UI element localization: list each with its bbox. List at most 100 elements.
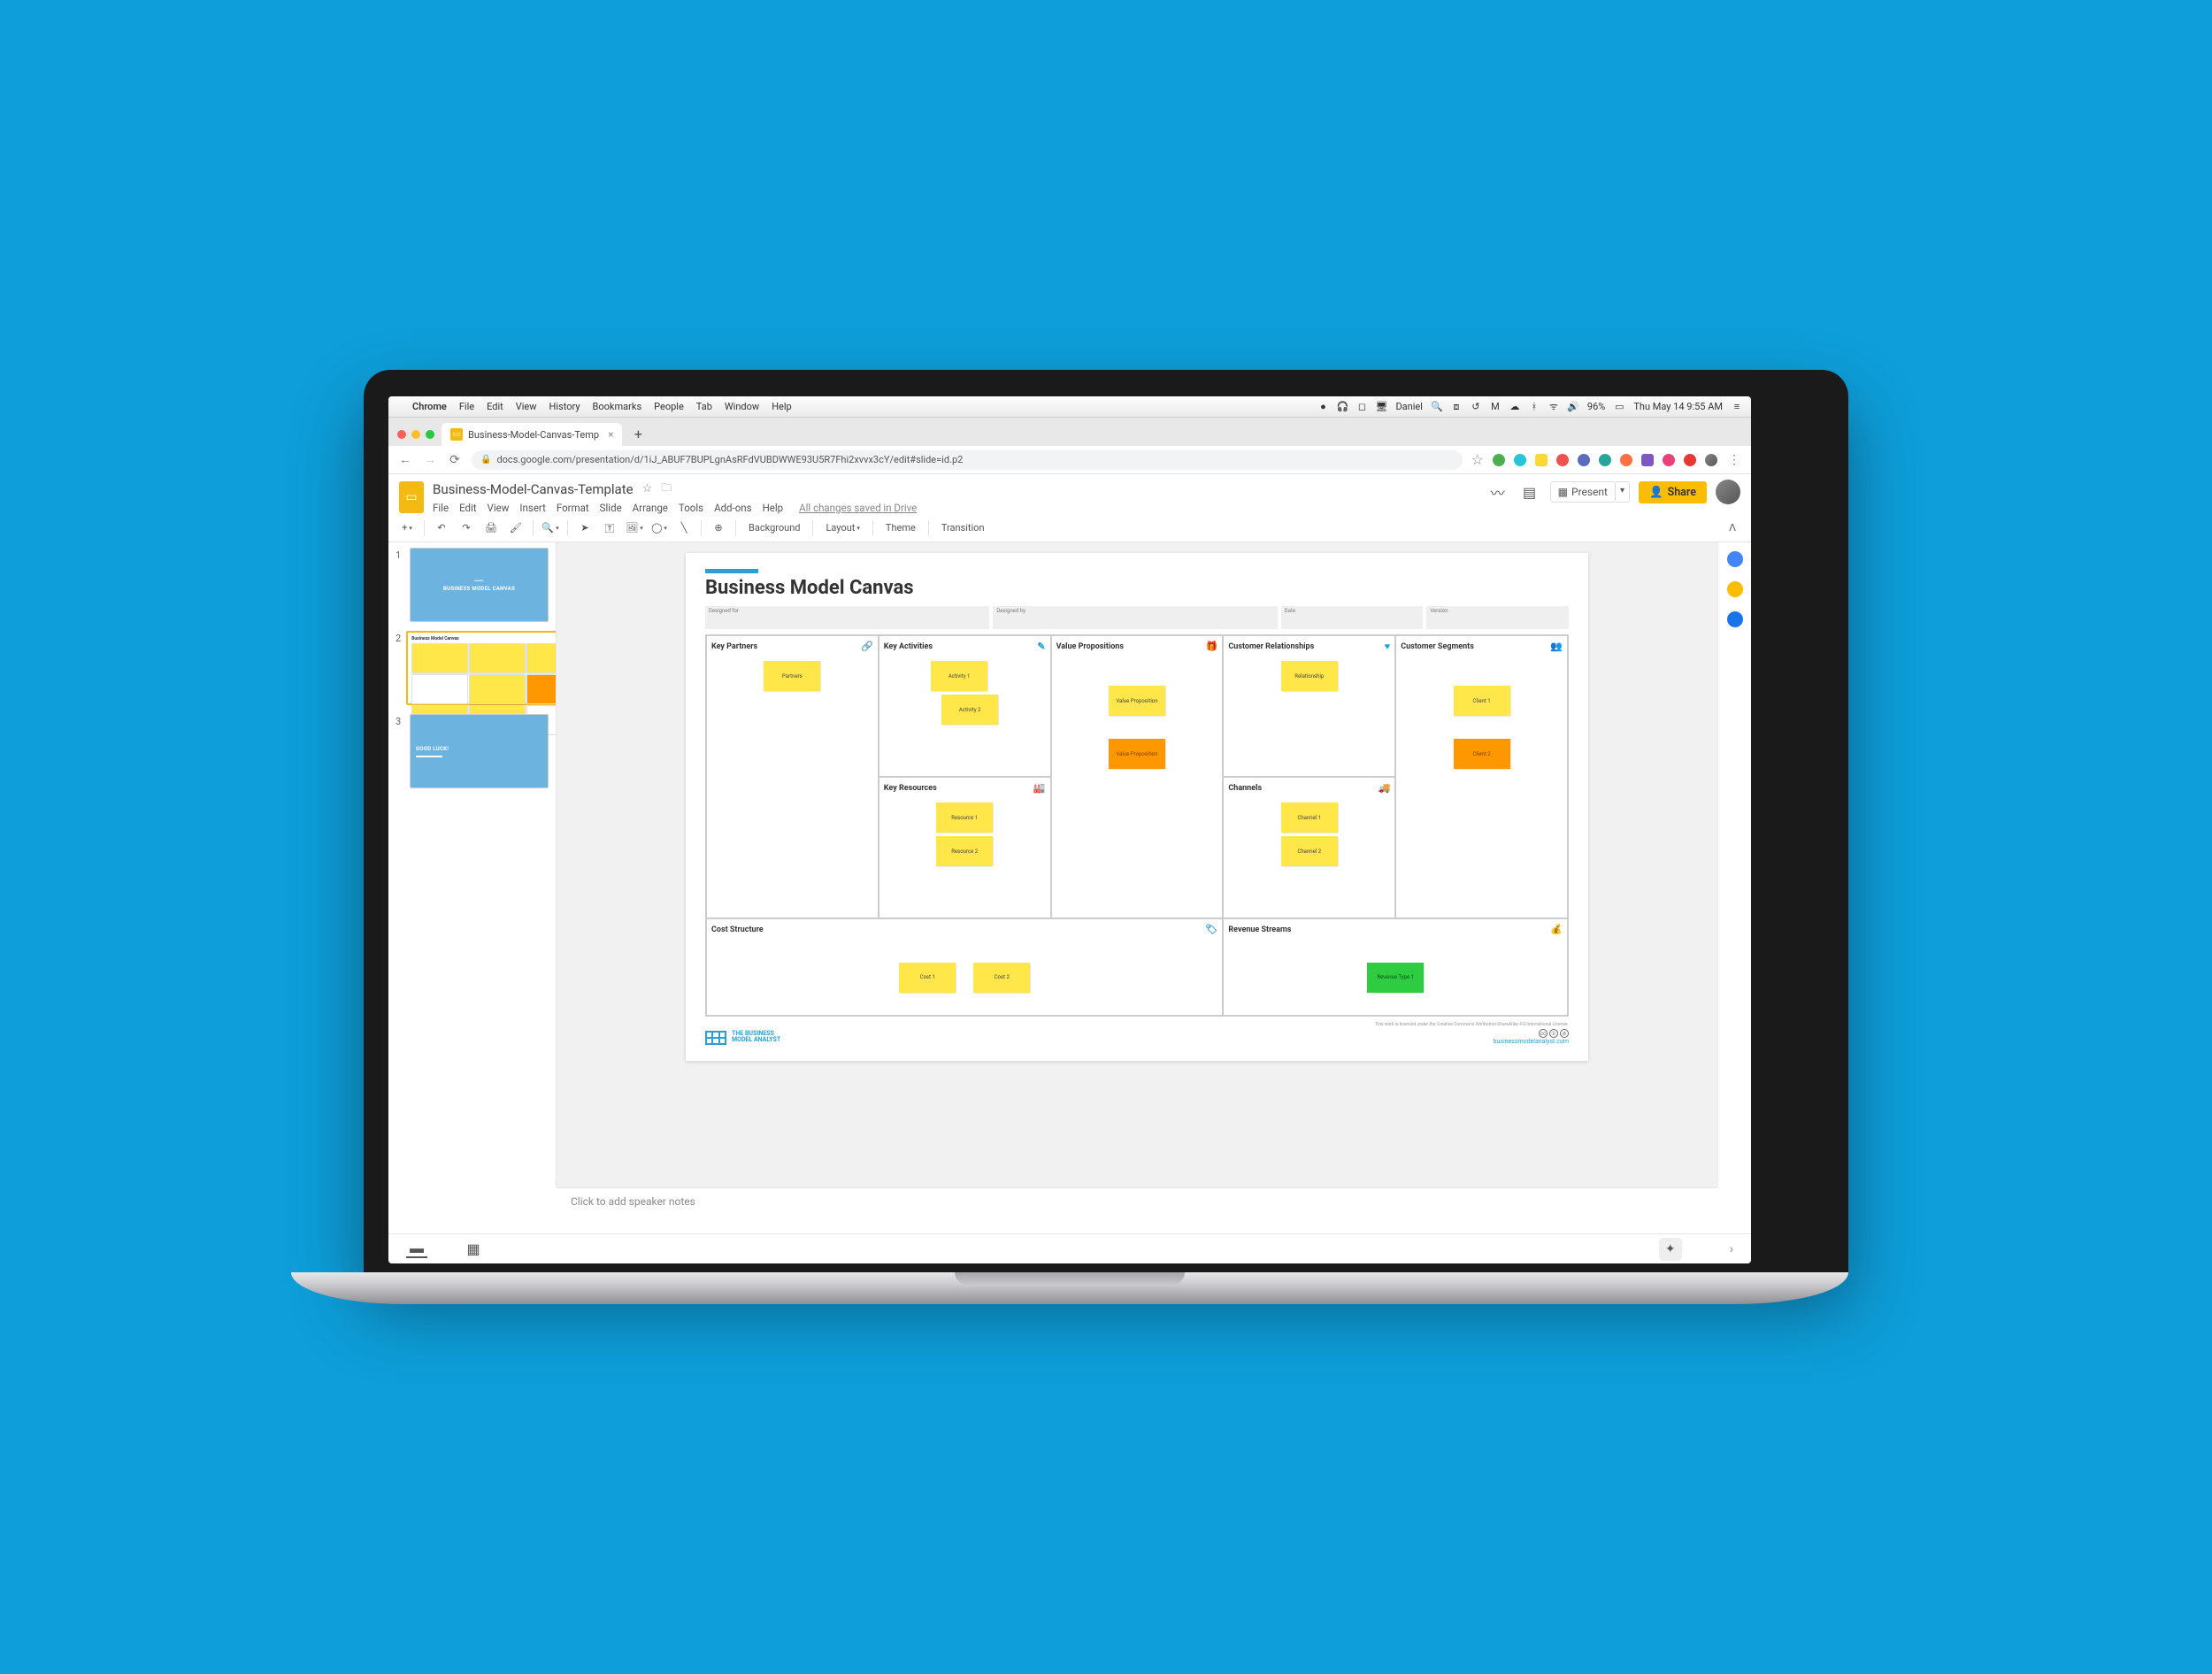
sync-icon[interactable]: ↺ [1471, 402, 1481, 412]
keep-icon[interactable] [1727, 581, 1743, 597]
box-cost-structure[interactable]: Cost Structure🏷 Cost 1 Cost 2 [706, 918, 1223, 1016]
mac-menu-edit[interactable]: Edit [487, 401, 503, 412]
cloud-icon[interactable]: ☁ [1509, 402, 1520, 412]
mac-menu-help[interactable]: Help [772, 401, 792, 412]
doc-title[interactable]: Business-Model-Canvas-Template [433, 481, 634, 497]
box-key-activities[interactable]: Key Activities✎ Activity 1 Activity 2 [879, 635, 1051, 777]
sticky-note[interactable]: Partners [764, 661, 820, 691]
window-close-icon[interactable] [397, 430, 406, 439]
box-customer-segments[interactable]: Customer Segments👥 Client 1 Client 2 [1395, 635, 1568, 918]
activity-icon[interactable]: 〰 [1486, 480, 1509, 503]
expand-sidepanel-icon[interactable]: › [1730, 1242, 1733, 1256]
menu-icon[interactable]: ≡ [1732, 402, 1742, 412]
reload-button[interactable]: ⟳ [447, 452, 463, 468]
wifi-icon[interactable]: ᯤ [1548, 402, 1559, 412]
sticky-note[interactable]: Activity 2 [941, 695, 998, 725]
back-button[interactable]: ← [397, 452, 413, 468]
undo-button[interactable]: ↶ [432, 518, 451, 538]
chrome-menu-icon[interactable]: ⋮ [1726, 452, 1742, 468]
forward-button[interactable]: → [422, 452, 438, 468]
textbox-tool[interactable]: 🅃 [600, 518, 619, 538]
sticky-note[interactable]: Value Proposition [1109, 739, 1165, 769]
slide-canvas[interactable]: Business Model Canvas Designed for Desig… [557, 542, 1717, 1187]
present-dropdown[interactable]: ▾ [1616, 481, 1630, 503]
ext-icon[interactable] [1663, 454, 1675, 466]
window-min-icon[interactable] [411, 430, 420, 439]
sticky-note[interactable]: Value Proposition [1109, 686, 1165, 716]
menu-insert[interactable]: Insert [519, 502, 545, 514]
explore-button[interactable]: ✦ [1659, 1238, 1682, 1261]
select-tool[interactable]: ➤ [575, 518, 595, 538]
menu-tools[interactable]: Tools [679, 502, 703, 514]
save-status[interactable]: All changes saved in Drive [799, 502, 917, 514]
mac-app-name[interactable]: Chrome [412, 401, 447, 412]
sticky-note[interactable]: Resource 1 [936, 802, 993, 833]
ext-icon[interactable] [1599, 454, 1611, 466]
comments-icon[interactable]: ▤ [1518, 480, 1541, 503]
slides-logo-icon[interactable]: ▭ [399, 481, 424, 513]
sticky-note[interactable]: Channel 1 [1281, 802, 1338, 833]
profile-avatar-icon[interactable] [1705, 454, 1717, 466]
star-icon[interactable]: ☆ [642, 482, 653, 495]
transition-button[interactable]: Transition [936, 518, 990, 538]
image-tool[interactable]: 🖼▾ [625, 518, 644, 538]
menu-view[interactable]: View [488, 502, 510, 514]
mac-menu-window[interactable]: Window [725, 401, 759, 412]
cast-icon[interactable]: ◻ [1356, 402, 1367, 412]
sticky-note[interactable]: Activity 1 [931, 661, 987, 691]
sticky-note[interactable]: Client 1 [1454, 686, 1510, 716]
ext-icon[interactable] [1514, 454, 1526, 466]
headphones-icon[interactable]: 🎧 [1337, 402, 1348, 412]
box-revenue-streams[interactable]: Revenue Streams💰 Revenue Type 1 [1223, 918, 1568, 1016]
menu-edit[interactable]: Edit [459, 502, 476, 514]
mail-icon[interactable]: M [1490, 402, 1501, 412]
meta-version[interactable]: Version [1426, 606, 1569, 629]
new-tab-button[interactable]: + [627, 423, 649, 444]
redo-button[interactable]: ↷ [457, 518, 476, 538]
filmstrip-view-icon[interactable]: ▬ [406, 1240, 427, 1258]
ext-icon[interactable] [1684, 454, 1696, 466]
volume-icon[interactable]: 🔊 [1568, 402, 1578, 412]
bluetooth-icon[interactable]: ᚼ [1529, 402, 1540, 412]
bookmark-star-icon[interactable]: ☆ [1471, 451, 1484, 468]
brand-url[interactable]: businessmodelanalyst.com [1375, 1038, 1569, 1045]
layout-button[interactable]: Layout▾ [820, 518, 864, 538]
ext-icon[interactable] [1620, 454, 1632, 466]
tab-close-icon[interactable]: × [608, 428, 613, 441]
menu-format[interactable]: Format [557, 502, 589, 514]
collapse-toolbar-icon[interactable]: ᐱ [1723, 518, 1742, 538]
meta-designed-for[interactable]: Designed for [705, 606, 989, 629]
status-user[interactable]: Daniel [1395, 401, 1422, 412]
mac-menu-view[interactable]: View [516, 401, 537, 412]
present-button[interactable]: ▦ Present [1550, 481, 1616, 503]
mac-menu-people[interactable]: People [654, 401, 684, 412]
search-icon[interactable]: 🔍 [1432, 402, 1442, 412]
speaker-notes[interactable]: Click to add speaker notes [557, 1187, 1717, 1233]
address-bar[interactable]: 🔒 docs.google.com/presentation/d/1iJ_ABU… [472, 450, 1463, 470]
display-icon[interactable]: 🖥 [1376, 402, 1386, 412]
theme-button[interactable]: Theme [880, 518, 921, 538]
meta-designed-by[interactable]: Designed by [993, 606, 1277, 629]
box-key-partners[interactable]: Key Partners🔗 Partners [706, 635, 879, 918]
paint-format-button[interactable]: 🖌 [506, 518, 526, 538]
dropbox-icon[interactable]: ⧈ [1451, 402, 1462, 412]
mac-menu-history[interactable]: History [549, 401, 580, 412]
calendar-icon[interactable] [1727, 551, 1743, 567]
sticky-note[interactable]: Cost 1 [899, 963, 956, 993]
window-max-icon[interactable] [426, 430, 434, 439]
mac-menubar[interactable]: Chrome File Edit View History Bookmarks … [388, 396, 1751, 418]
sticky-note[interactable]: Revenue Type 1 [1367, 963, 1424, 993]
grid-view-icon[interactable]: ▦ [463, 1240, 484, 1258]
sticky-note[interactable]: Channel 2 [1281, 836, 1338, 866]
slide-thumb-1[interactable]: ━━━ BUSINESS MODEL CANVAS [410, 548, 549, 622]
line-tool[interactable]: ╲ [674, 518, 694, 538]
ext-icon[interactable] [1493, 454, 1505, 466]
box-value-propositions[interactable]: Value Propositions🎁 Value Proposition Va… [1051, 635, 1224, 918]
ext-icon[interactable] [1535, 454, 1548, 466]
menu-slide[interactable]: Slide [600, 502, 622, 514]
slide-title[interactable]: Business Model Canvas [705, 577, 1569, 599]
browser-tab[interactable]: ▭ Business-Model-Canvas-Temp × [442, 423, 622, 446]
mac-menu-file[interactable]: File [459, 401, 474, 412]
shape-tool[interactable]: ◯▾ [649, 518, 669, 538]
mac-menu-bookmarks[interactable]: Bookmarks [593, 401, 642, 412]
